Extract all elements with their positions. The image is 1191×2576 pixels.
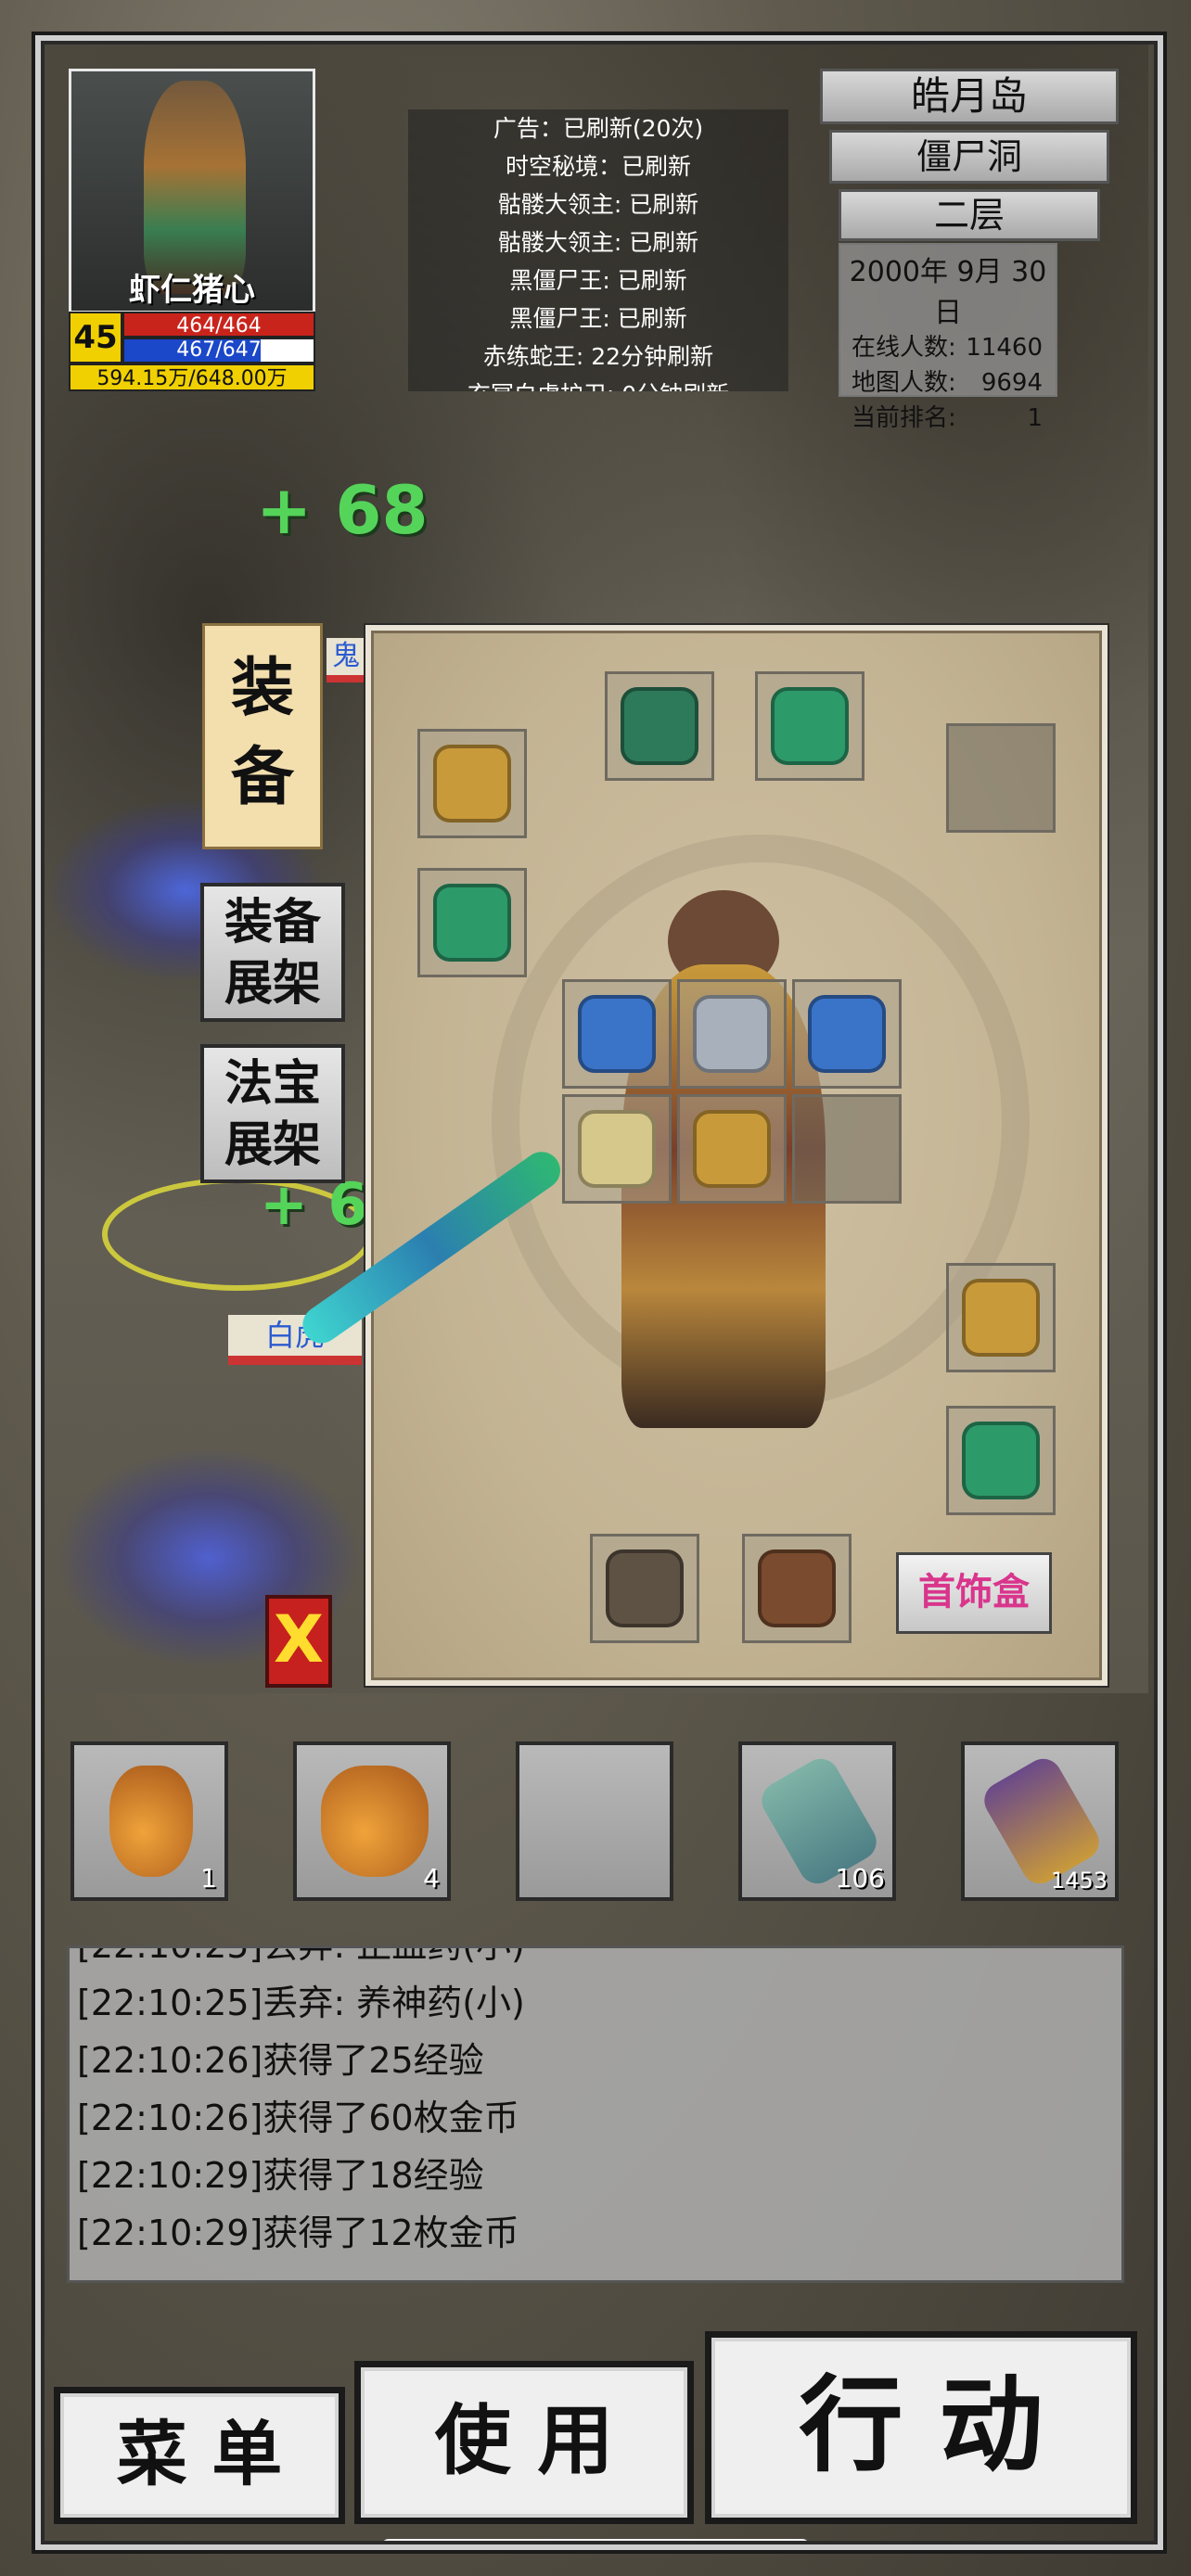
inventory-slot[interactable]: 4	[293, 1741, 451, 1901]
mp-bar: 467/647	[122, 338, 315, 363]
log-line: [22:10:29]获得了12枚金币	[77, 2213, 519, 2253]
equip-slot-ring-left[interactable]	[417, 868, 527, 977]
server-info: 2000年 9月 30日 在线人数: 11460 地图人数: 9694 当前排名: 1	[839, 243, 1057, 432]
log-line: [22:10:26]获得了60枚金币	[77, 2098, 519, 2138]
refresh-notice-list: 广告：已刷新(20次) 时空秘境：已刷新 骷髅大领主: 已刷新 骷髅大领主: 已…	[408, 109, 788, 391]
equipment-panel	[295, 625, 1108, 1686]
player-avatar	[144, 81, 246, 294]
notice-item: 广告：已刷新(20次)	[493, 115, 704, 142]
location-floor[interactable]: 二层	[839, 189, 1100, 241]
equip-slot-gem-4[interactable]	[562, 1094, 672, 1204]
gem-ring-icon	[693, 995, 771, 1073]
ring-icon	[962, 1422, 1040, 1499]
equip-slot-helmet[interactable]	[605, 671, 714, 781]
hp-potion-small-icon	[109, 1766, 193, 1877]
exp-bar: 594.15万/648.00万	[69, 363, 315, 391]
hp-bar: 464/464	[122, 312, 315, 338]
map-count-row: 地图人数: 9694	[852, 369, 1043, 397]
equip-slot-bracelet-right[interactable]	[946, 1263, 1056, 1372]
equip-slot-empty[interactable]	[946, 723, 1056, 833]
online-count-row: 在线人数: 11460	[852, 334, 1043, 362]
equip-slot-gem-3[interactable]	[792, 979, 902, 1089]
jewelry-box-button[interactable]: 首饰盒	[896, 1552, 1052, 1634]
inventory-slot-empty[interactable]	[516, 1741, 673, 1901]
use-button[interactable]: 使 用	[354, 2361, 694, 2524]
player-name: 虾仁猪心	[129, 272, 255, 309]
equip-slot-gem-1[interactable]	[562, 979, 672, 1089]
notice-item: 黑僵尸王: 已刷新	[509, 267, 687, 294]
equip-slot-bracelet-left[interactable]	[417, 729, 527, 838]
bracelet-icon	[962, 1279, 1040, 1357]
notice-item: 时空秘境：已刷新	[505, 153, 691, 180]
home-indicator[interactable]	[382, 2539, 809, 2552]
location-cave[interactable]: 僵尸洞	[829, 130, 1109, 184]
notice-item: 赤练蛇王: 22分钟刷新	[482, 343, 714, 370]
belt-icon	[606, 1549, 684, 1627]
gem-ring-icon	[808, 995, 886, 1073]
hp-potion-large-icon	[321, 1766, 429, 1877]
equip-slot-necklace[interactable]	[755, 671, 864, 781]
action-button[interactable]: 行 动	[705, 2331, 1137, 2524]
inventory-slot[interactable]: 106	[738, 1741, 896, 1901]
inventory-slot[interactable]: 1	[70, 1741, 228, 1901]
game-date: 2000年 9月 30日	[849, 256, 1047, 329]
floating-gain-text: + 68	[256, 471, 429, 549]
player-level: 45	[69, 312, 122, 363]
close-button[interactable]: X	[265, 1595, 332, 1688]
boots-icon	[758, 1549, 836, 1627]
helmet-icon	[621, 687, 698, 765]
log-line: [22:10:26]获得了25经验	[77, 2040, 484, 2081]
location-island[interactable]: 皓月岛	[820, 69, 1119, 124]
treasure-showcase-button[interactable]: 法宝 展架	[200, 1044, 345, 1183]
ring-icon	[433, 884, 511, 962]
equipment-showcase-button[interactable]: 装备 展架	[200, 883, 345, 1022]
pearl-icon	[578, 1110, 656, 1188]
equipment-tab[interactable]: 装 备	[202, 623, 323, 849]
log-line: [22:10:25]丢弃: 养神药(小)	[77, 1983, 525, 2023]
equip-slot-belt[interactable]	[590, 1534, 699, 1643]
equip-slot-gem-2[interactable]	[677, 979, 787, 1089]
notice-item: 骷髅大领主: 已刷新	[497, 229, 699, 256]
equip-slot-gem-6[interactable]	[792, 1094, 902, 1204]
necklace-icon	[771, 687, 849, 765]
game-screen: 虾仁猪心 45 464/464 467/647 594.15万/648.00万 …	[0, 0, 1191, 2576]
equip-slot-ring-right[interactable]	[946, 1406, 1056, 1515]
inventory-slot[interactable]: 1453	[961, 1741, 1119, 1901]
rank-row: 当前排名: 1	[852, 404, 1043, 432]
notice-item: 骷髅大领主: 已刷新	[497, 191, 699, 218]
menu-button[interactable]: 菜 单	[54, 2387, 345, 2524]
equip-slot-gem-5[interactable]	[677, 1094, 787, 1204]
gem-ring-icon	[578, 995, 656, 1073]
monster-name-label: 鬼	[327, 638, 365, 682]
bracelet-icon	[433, 745, 511, 823]
notice-item: 黑僵尸王: 已刷新	[509, 305, 687, 332]
gold-ring-icon	[693, 1110, 771, 1188]
log-line: [22:10:29]获得了18经验	[77, 2155, 484, 2196]
mp-text: 467/647	[176, 338, 262, 362]
equip-slot-boots[interactable]	[742, 1534, 852, 1643]
notice-item: 玄冥白虎护卫: 0分钟刷新	[408, 376, 788, 391]
message-log[interactable]: [22:10:25]丢弃: 止血药(小) [22:10:25]丢弃: 养神药(小…	[67, 1945, 1124, 2283]
player-portrait[interactable]: 虾仁猪心	[69, 69, 315, 313]
log-line: [22:10:25]丢弃: 止血药(小)	[77, 1945, 525, 1966]
